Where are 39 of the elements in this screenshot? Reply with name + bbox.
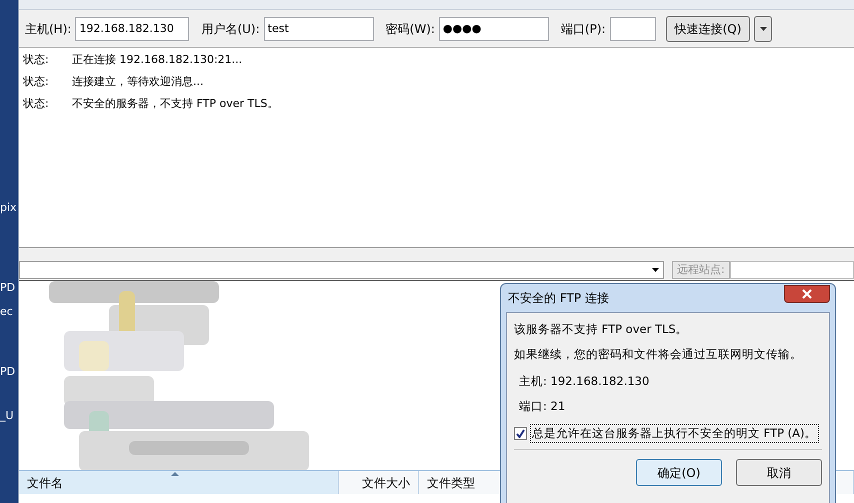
desktop-icon-label: ec (0, 304, 13, 320)
remote-site-label: 远程站点: (672, 260, 730, 280)
log-tag: 状态: (23, 74, 72, 91)
input-field[interactable]: ●●●● (438, 16, 549, 40)
local-site-combo[interactable] (19, 261, 664, 279)
checkbox-label: 总是允许在这台服务器上执行不安全的明文 FTP (A)。 (530, 424, 819, 444)
message-text: 如果继续，您的密码和文件将会通过互联网明文传输。 (514, 346, 803, 363)
checkbox[interactable] (514, 427, 527, 440)
field-label: 密码(W): (386, 20, 435, 38)
field-label: 主机(H): (25, 20, 72, 38)
input-field[interactable] (610, 16, 656, 40)
dropdown-button[interactable] (754, 16, 772, 42)
sort-icon (171, 472, 179, 476)
desktop-icon-label: PD (0, 280, 16, 296)
dropdown-icon (760, 26, 767, 30)
quickconnect-button[interactable]: 快速连接(Q) (666, 16, 750, 42)
desktop-icon-label: PD (0, 364, 16, 380)
close-button[interactable] (784, 285, 830, 303)
log-message: 不安全的服务器，不支持 FTP over TLS。 (72, 96, 278, 112)
log-tag: 状态: (23, 52, 72, 69)
detail-text: 主机: 192.168.182.130 (518, 373, 650, 390)
field-label: 端口(P): (560, 20, 606, 38)
log-tag: 状态: (23, 96, 72, 113)
dialog-button[interactable]: 取消 (736, 459, 822, 486)
log-message: 正在连接 192.168.182.130:21... (72, 52, 242, 68)
desktop-icon-label: _U (0, 408, 14, 424)
close-icon (802, 289, 812, 299)
log-message: 连接建立，等待欢迎消息... (72, 74, 204, 90)
column-header[interactable]: 文件大小 (339, 471, 419, 494)
field-label: 用户名(U): (201, 20, 260, 38)
dialog-button[interactable]: 确定(O) (636, 459, 722, 486)
detail-text: 端口: 21 (518, 398, 566, 415)
input-field[interactable]: test (264, 16, 374, 40)
dialog-title: 不安全的 FTP 连接 (507, 290, 609, 307)
desktop-icon-label: pix (0, 200, 17, 216)
message-text: 该服务器不支持 FTP over TLS。 (514, 321, 689, 338)
dropdown-icon (652, 268, 659, 272)
column-header[interactable]: 文件名 (19, 471, 339, 494)
input-field[interactable]: 192.168.182.130 (75, 16, 190, 40)
